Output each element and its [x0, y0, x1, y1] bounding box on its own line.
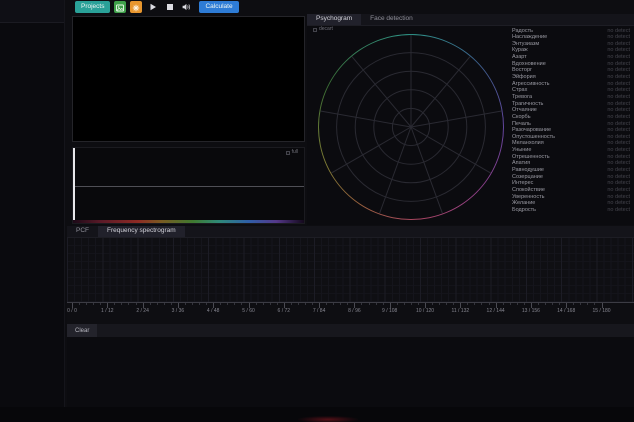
play-icon [149, 3, 157, 11]
tab-frequency-spectrogram[interactable]: Frequency spectrogram [98, 226, 185, 237]
decart-checkbox[interactable] [313, 28, 317, 32]
emotion-name: Отчаяние [512, 108, 537, 114]
axis-tick-label: 12 / 144 [487, 309, 505, 314]
emotion-value: no detect [607, 208, 630, 214]
clear-button[interactable]: Clear [67, 324, 97, 337]
left-sidebar [0, 0, 65, 407]
app-window: Projects Calculate [0, 0, 634, 422]
emotion-name: Интерес [512, 181, 533, 187]
tab-psychogram[interactable]: Psychogram [307, 14, 361, 25]
axis-tick-label: 2 / 24 [136, 309, 149, 314]
axis-tick-label: 9 / 108 [382, 309, 397, 314]
axis-tick-label: 1 / 12 [101, 309, 114, 314]
console-toolbar: Clear [67, 324, 634, 337]
emotion-value: no detect [607, 181, 630, 187]
projects-button[interactable]: Projects [75, 1, 110, 13]
stop-icon [166, 3, 174, 11]
spectrogram-tabbar: PCF Frequency spectrogram [67, 226, 634, 238]
axis-tick-label: 5 / 60 [242, 309, 255, 314]
open-media-button[interactable] [114, 1, 126, 13]
waveform-color-scale [73, 220, 304, 223]
axis-tick-label: 6 / 72 [278, 309, 291, 314]
volume-button[interactable] [180, 1, 193, 13]
axis-tick-label: 10 / 120 [416, 309, 434, 314]
psychogram-chart [318, 34, 504, 220]
toolbar: Projects Calculate [75, 1, 239, 13]
waveform-zero-line [75, 186, 304, 187]
tab-pcf[interactable]: PCF [67, 226, 98, 237]
axis-tick-label: 7 / 84 [313, 309, 326, 314]
play-button[interactable] [146, 1, 159, 13]
emotion-name: Скорбь [512, 115, 531, 121]
emotion-value: no detect [607, 35, 630, 41]
emotion-value: no detect [607, 115, 630, 121]
calculate-button[interactable]: Calculate [199, 1, 238, 13]
add-button[interactable] [130, 1, 142, 13]
emotion-value: no detect [607, 75, 630, 81]
taskbar-glow [298, 416, 358, 422]
psychogram-grid [318, 34, 504, 220]
emotion-value: no detect [607, 88, 630, 94]
axis-tick-label: 11 / 132 [451, 309, 469, 314]
spectrogram-axis: 0 / 0 1 / 12 2 / 24 3 / 36 4 / 48 5 / 60 6 / 7… [67, 302, 634, 316]
stop-button[interactable] [163, 1, 176, 13]
emotion-value: no detect [607, 128, 630, 134]
emotion-value: no detect [607, 55, 630, 61]
emotion-name: Азарт [512, 55, 527, 61]
axis-tick-label: 14 / 168 [557, 309, 575, 314]
axis-tick-label: 15 / 180 [592, 309, 610, 314]
psychogram-panel: Psychogram Face detection decart Радость… [307, 14, 634, 225]
emotion-name: Тревога [512, 95, 532, 101]
image-icon [116, 0, 124, 15]
emotion-name: Наслаждение [512, 35, 547, 41]
waveform-panel: full [72, 147, 305, 224]
axis-tick-label: 4 / 48 [207, 309, 220, 314]
tab-face-detection[interactable]: Face detection [361, 14, 422, 25]
bottom-strip [0, 407, 634, 422]
sidebar-header [0, 0, 64, 23]
emotion-value: no detect [607, 168, 630, 174]
emotion-value: no detect [607, 148, 630, 154]
emotion-name: Уныние [512, 148, 531, 154]
spectrogram-plot [67, 238, 634, 302]
axis-tick-label: 0 / 0 [67, 309, 77, 314]
emotion-value: no detect [607, 201, 630, 207]
emotion-name: Желание [512, 201, 535, 207]
speaker-icon [182, 3, 191, 11]
emotion-value: no detect [607, 95, 630, 101]
full-checkbox[interactable] [286, 151, 290, 155]
emotion-name: Эйфория [512, 75, 536, 81]
emotion-list: Радостьno detectНаслаждениеno detectЭнту… [512, 28, 630, 214]
emotion-name: Разочарование [512, 128, 551, 134]
axis-tick-label: 13 / 156 [522, 309, 540, 314]
emotion-value: no detect [607, 108, 630, 114]
emotion-name: Страх [512, 88, 527, 94]
emotion-value: no detect [607, 188, 630, 194]
emotion-name: Бодрость [512, 208, 536, 214]
video-preview-panel [72, 16, 305, 142]
right-panel-tabbar: Psychogram Face detection [307, 14, 634, 26]
emotion-row: Бодрость no detect [512, 207, 630, 214]
axis-tick-label: 8 / 96 [348, 309, 361, 314]
emotion-row: Скорбь no detect [512, 114, 630, 121]
emotion-name: Спокойствие [512, 188, 545, 194]
decart-checkbox-label: decart [319, 27, 333, 32]
full-checkbox-label: full [292, 150, 298, 155]
axis-tick-label: 3 / 36 [172, 309, 185, 314]
console-output [67, 337, 634, 407]
asterisk-icon [132, 0, 140, 15]
emotion-name: Равнодушие [512, 168, 544, 174]
